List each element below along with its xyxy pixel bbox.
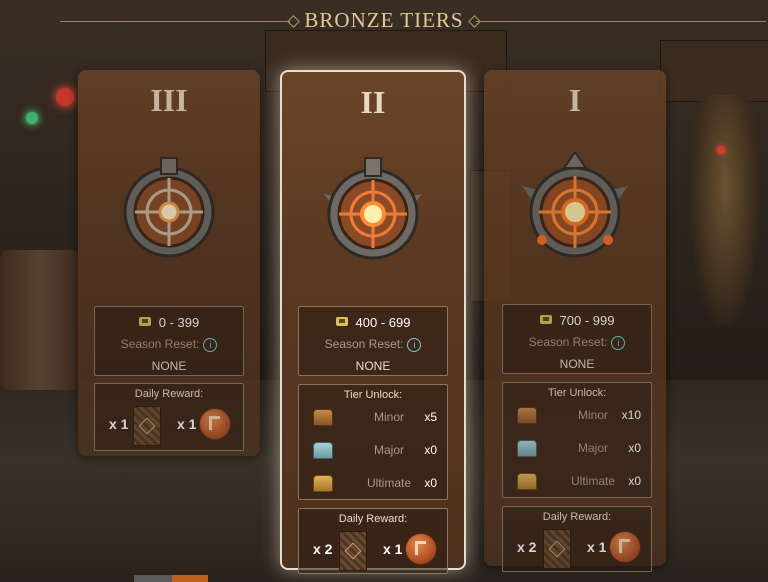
- minor-chest-icon: [313, 409, 333, 426]
- reward-card-qty: x 2: [313, 541, 333, 557]
- reward-coin-item: x 1: [177, 406, 239, 446]
- tier-range: 400 - 699: [355, 315, 411, 330]
- tier-range-box: 700 - 999 Season Reset: i NONE: [502, 304, 652, 374]
- reward-card-item: x 2: [313, 531, 377, 571]
- ultimate-chest-icon: [517, 473, 537, 490]
- chest-row-minor: Minor x10: [503, 405, 651, 427]
- major-chest-icon: [313, 442, 333, 459]
- coin-icon: [199, 408, 231, 440]
- chest-row-minor: Minor x5: [299, 407, 447, 429]
- daily-reward-title: Daily Reward:: [134, 388, 204, 400]
- season-reset-label: Season Reset:: [120, 337, 200, 351]
- chest-name: Ultimate: [570, 474, 615, 488]
- minor-chest-icon: [517, 407, 537, 424]
- tier-card-iii[interactable]: III 0 - 399 Season Reset: i NONE Daily Re…: [78, 70, 260, 456]
- chest-name: Major: [577, 441, 608, 455]
- tier-unlock-title: Tier Unlock:: [343, 389, 403, 401]
- daily-reward-box: Daily Reward: x 1 x 1: [94, 383, 244, 451]
- tier-unlock-title: Tier Unlock:: [547, 387, 607, 399]
- season-reset-value: NONE: [151, 359, 187, 373]
- coin-icon: [609, 531, 641, 563]
- background-shelf: [660, 40, 768, 102]
- rank-points-icon: [539, 315, 552, 324]
- reward-card-item: x 2: [517, 529, 581, 569]
- reward-coin-item: x 1: [587, 529, 649, 569]
- chest-row-ultimate: Ultimate x0: [299, 473, 447, 495]
- bottom-tab[interactable]: [134, 575, 172, 582]
- card-back-icon: [133, 406, 161, 446]
- info-icon[interactable]: i: [407, 338, 422, 352]
- card-back-icon: [543, 529, 571, 569]
- header: BRONZE TIERS: [0, 0, 768, 40]
- tier-unlock-box: Tier Unlock: Minor x5 Major x0 Ultimate …: [298, 384, 448, 500]
- chest-name: Major: [373, 443, 404, 457]
- info-icon[interactable]: i: [611, 336, 626, 350]
- tier-unlock-box: Tier Unlock: Minor x10 Major x0 Ultimate…: [502, 382, 652, 498]
- tier-range: 0 - 399: [158, 315, 200, 330]
- season-reset-label: Season Reset:: [324, 337, 404, 351]
- reward-card-qty: x 2: [517, 539, 537, 555]
- season-reset-value: NONE: [559, 357, 595, 371]
- daily-reward-title: Daily Reward:: [338, 513, 408, 525]
- daily-reward-box: Daily Reward: x 2 x 1: [298, 508, 448, 574]
- daily-reward-title: Daily Reward:: [542, 511, 612, 523]
- reward-coin-qty: x 1: [587, 539, 607, 555]
- tier-numeral: III: [150, 82, 188, 118]
- rank-points-icon: [138, 317, 151, 326]
- chest-count: x5: [424, 410, 437, 424]
- background-lamp: [56, 88, 74, 106]
- daily-reward-box: Daily Reward: x 2 x 1: [502, 506, 652, 572]
- tier-numeral: II: [360, 84, 386, 120]
- season-reset-label: Season Reset:: [528, 335, 608, 349]
- chest-row-major: Major x0: [299, 440, 447, 462]
- reward-coin-qty: x 1: [383, 541, 403, 557]
- major-chest-icon: [517, 440, 537, 457]
- reward-coin-qty: x 1: [177, 416, 197, 432]
- card-back-icon: [339, 531, 367, 571]
- chest-name: Minor: [373, 410, 404, 424]
- chest-row-ultimate: Ultimate x0: [503, 471, 651, 493]
- chest-count: x0: [424, 443, 437, 457]
- tier-card-i[interactable]: I 700 - 999 Season Reset: i NONE Tier Unl…: [484, 70, 666, 572]
- season-reset-value: NONE: [355, 359, 391, 373]
- reward-card-qty: x 1: [109, 416, 129, 432]
- tier-range: 700 - 999: [559, 313, 615, 328]
- chest-name: Ultimate: [366, 476, 411, 490]
- tier-range-box: 0 - 399 Season Reset: i NONE: [94, 306, 244, 376]
- chest-count: x0: [424, 476, 437, 490]
- chest-count: x0: [628, 474, 641, 488]
- chest-count: x0: [628, 441, 641, 455]
- header-divider-right: [476, 21, 766, 22]
- info-icon[interactable]: i: [203, 338, 218, 352]
- coin-icon: [405, 533, 437, 565]
- reward-card-item: x 1: [109, 406, 169, 446]
- bronze-tier-2-emblem-icon: [324, 157, 422, 260]
- bronze-tier-3-emblem-icon: [123, 157, 215, 258]
- bottom-tab-active[interactable]: [172, 575, 208, 582]
- reward-coin-item: x 1: [383, 531, 445, 571]
- tier-range-box: 400 - 699 Season Reset: i NONE: [298, 306, 448, 376]
- tier-card-ii[interactable]: II 400 - 699 Season Reset: i NONE Tier Un…: [280, 70, 466, 574]
- background-robot-eye: [717, 146, 725, 154]
- bronze-tier-1-emblem-icon: [522, 152, 628, 258]
- background-barrel: [0, 250, 80, 390]
- ultimate-chest-icon: [313, 475, 333, 492]
- rank-points-icon: [335, 317, 348, 326]
- chest-count: x10: [621, 408, 641, 422]
- background-lamp: [26, 112, 38, 124]
- chest-row-major: Major x0: [503, 438, 651, 460]
- background-robot: [690, 95, 760, 325]
- tier-numeral: I: [568, 82, 582, 118]
